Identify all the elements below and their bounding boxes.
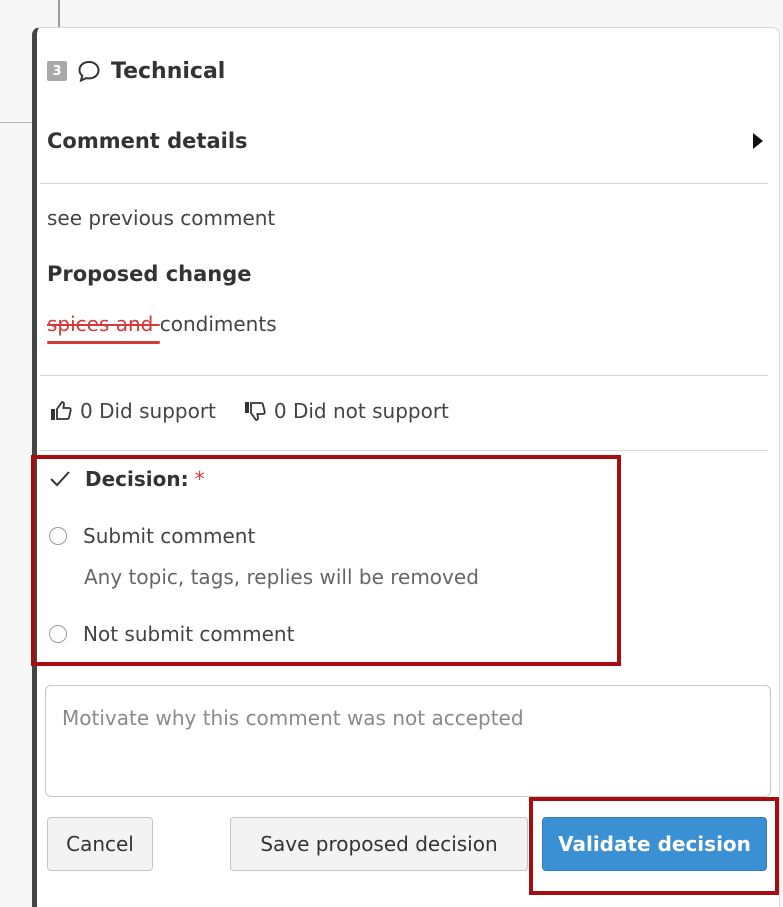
decision-label: Decision: xyxy=(85,467,189,491)
comment-details-title: Comment details xyxy=(47,129,248,153)
proposed-change-title: Proposed change xyxy=(47,262,252,286)
deleted-text: spices and xyxy=(47,312,160,336)
thumbs-down-icon[interactable] xyxy=(242,398,268,424)
did-not-support-count: 0 Did not support xyxy=(273,399,449,423)
radio-button[interactable] xyxy=(49,625,67,643)
check-icon xyxy=(49,468,75,490)
radio-button[interactable] xyxy=(49,527,67,545)
save-proposed-decision-button[interactable]: Save proposed decision xyxy=(230,817,528,871)
decision-option-label[interactable]: Submit comment xyxy=(83,524,255,548)
comment-category: Technical xyxy=(111,58,226,84)
comment-header: 3 Technical xyxy=(47,56,225,86)
divider xyxy=(40,450,768,451)
support-row: 0 Did support 0 Did not support xyxy=(48,398,449,424)
cancel-button[interactable]: Cancel xyxy=(47,817,153,871)
decision-option-not-submit[interactable]: Not submit comment xyxy=(49,622,294,646)
motivation-textarea[interactable] xyxy=(45,685,771,797)
kept-text: condiments xyxy=(159,312,277,336)
comment-number-badge: 3 xyxy=(47,61,67,81)
decision-option-label[interactable]: Not submit comment xyxy=(83,622,294,646)
comment-text: see previous comment xyxy=(47,206,276,230)
background-divider xyxy=(0,122,36,123)
proposed-change: spices and condiments xyxy=(47,312,277,336)
divider xyxy=(40,375,768,376)
decision-option-submit[interactable]: Submit comment xyxy=(49,524,255,548)
thumbs-up-icon[interactable] xyxy=(48,398,74,424)
caret-right-icon[interactable] xyxy=(753,133,763,149)
decision-option-note: Any topic, tags, replies will be removed xyxy=(84,565,479,589)
required-marker: * xyxy=(194,467,205,491)
comment-details-toggle[interactable]: Comment details xyxy=(47,125,767,157)
divider xyxy=(40,183,768,184)
validate-highlight-frame xyxy=(529,797,779,895)
background-divider xyxy=(58,0,60,30)
did-support-count: 0 Did support xyxy=(80,399,216,423)
speech-bubble-icon xyxy=(77,59,103,83)
decision-header: Decision: * xyxy=(49,467,205,491)
